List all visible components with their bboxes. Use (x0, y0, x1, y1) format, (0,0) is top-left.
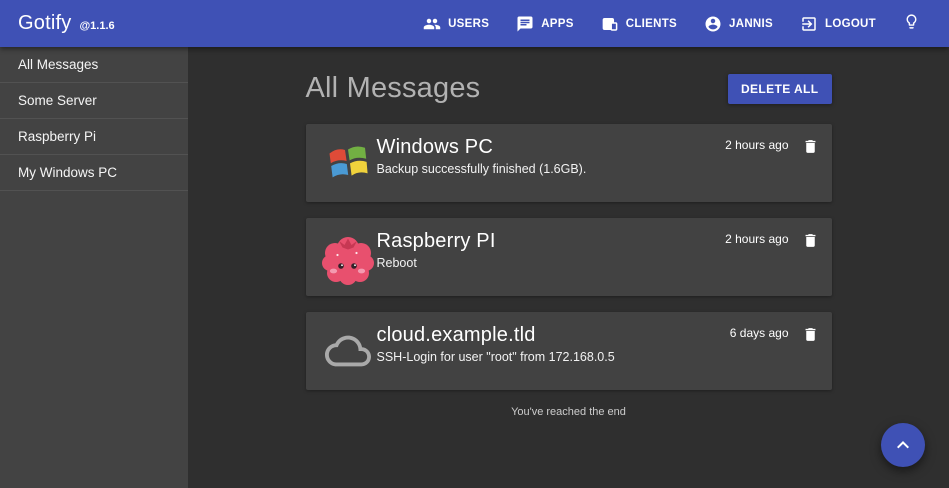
nav-clients-label: CLIENTS (626, 18, 677, 30)
message-timestamp: 2 hours ago (725, 231, 788, 248)
message-card-raspberry-pi: Raspberry PI Reboot 2 hours ago (306, 218, 832, 296)
end-of-list-text: You've reached the end (306, 406, 832, 418)
message-meta: 2 hours ago (725, 231, 818, 296)
nav-users-label: USERS (448, 18, 489, 30)
message-meta: 6 days ago (730, 325, 819, 390)
sidebar-item-label: Raspberry Pi (18, 129, 96, 144)
nav-logout-label: LOGOUT (825, 18, 876, 30)
nav-clients[interactable]: CLIENTS (601, 15, 677, 33)
message-text: Reboot (377, 255, 726, 271)
sidebar-item-raspberry-pi[interactable]: Raspberry Pi (0, 119, 188, 155)
message-timestamp: 6 days ago (730, 325, 789, 342)
content-column: All Messages DELETE ALL Windows PC Backu… (306, 72, 832, 418)
delete-message-button[interactable] (802, 325, 819, 344)
account-circle-icon (704, 15, 722, 33)
app-title: Gotify (18, 12, 71, 35)
sidebar-item-my-windows-pc[interactable]: My Windows PC (0, 155, 188, 191)
nav-users[interactable]: USERS (423, 15, 489, 33)
devices-icon (601, 15, 619, 33)
message-meta: 2 hours ago (725, 137, 818, 202)
nav-logout[interactable]: LOGOUT (800, 15, 876, 33)
message-body: cloud.example.tld SSH-Login for user "ro… (377, 323, 730, 390)
scroll-to-top-button[interactable] (881, 423, 925, 467)
raspberry-logo-icon (320, 218, 377, 296)
message-text: Backup successfully finished (1.6GB). (377, 161, 726, 177)
message-title: cloud.example.tld (377, 323, 730, 347)
sidebar-item-all-messages[interactable]: All Messages (0, 47, 188, 83)
appbar-nav: USERS APPS CLIENTS (423, 13, 920, 35)
main-content: All Messages DELETE ALL Windows PC Backu… (188, 47, 949, 488)
delete-message-button[interactable] (802, 231, 819, 250)
sidebar-item-label: All Messages (18, 57, 98, 72)
message-card-cloud: cloud.example.tld SSH-Login for user "ro… (306, 312, 832, 390)
page-title: All Messages (306, 72, 481, 105)
message-card-windows-pc: Windows PC Backup successfully finished … (306, 124, 832, 202)
trash-icon (802, 137, 819, 156)
nav-user-label: JANNIS (729, 18, 773, 30)
app-version: @1.1.6 (79, 20, 114, 32)
message-title: Raspberry PI (377, 229, 726, 253)
message-timestamp: 2 hours ago (725, 137, 788, 154)
delete-message-button[interactable] (802, 137, 819, 156)
trash-icon (802, 231, 819, 250)
message-text: SSH-Login for user "root" from 172.168.0… (377, 349, 730, 365)
message-body: Raspberry PI Reboot (377, 229, 726, 296)
title-row: All Messages DELETE ALL (306, 72, 832, 105)
sidebar-item-label: My Windows PC (18, 165, 117, 180)
users-icon (423, 15, 441, 33)
nav-apps-label: APPS (541, 18, 574, 30)
trash-icon (802, 325, 819, 344)
nav-apps[interactable]: APPS (516, 15, 574, 33)
delete-all-button[interactable]: DELETE ALL (728, 74, 832, 104)
lightbulb-icon (903, 13, 920, 35)
windows-logo-icon (320, 124, 377, 202)
chat-icon (516, 15, 534, 33)
app-bar: Gotify @1.1.6 USERS APPS (0, 0, 949, 47)
theme-toggle-button[interactable] (903, 13, 920, 35)
brand: Gotify @1.1.6 (18, 12, 115, 35)
message-body: Windows PC Backup successfully finished … (377, 135, 726, 202)
sidebar-item-some-server[interactable]: Some Server (0, 83, 188, 119)
sidebar: All Messages Some Server Raspberry Pi My… (0, 47, 188, 488)
cloud-logo-icon (320, 312, 377, 390)
nav-user-account[interactable]: JANNIS (704, 15, 773, 33)
message-title: Windows PC (377, 135, 726, 159)
sidebar-item-label: Some Server (18, 93, 97, 108)
logout-icon (800, 15, 818, 33)
gotify-app-window: Gotify @1.1.6 USERS APPS (0, 0, 949, 488)
chevron-up-icon (891, 433, 915, 457)
